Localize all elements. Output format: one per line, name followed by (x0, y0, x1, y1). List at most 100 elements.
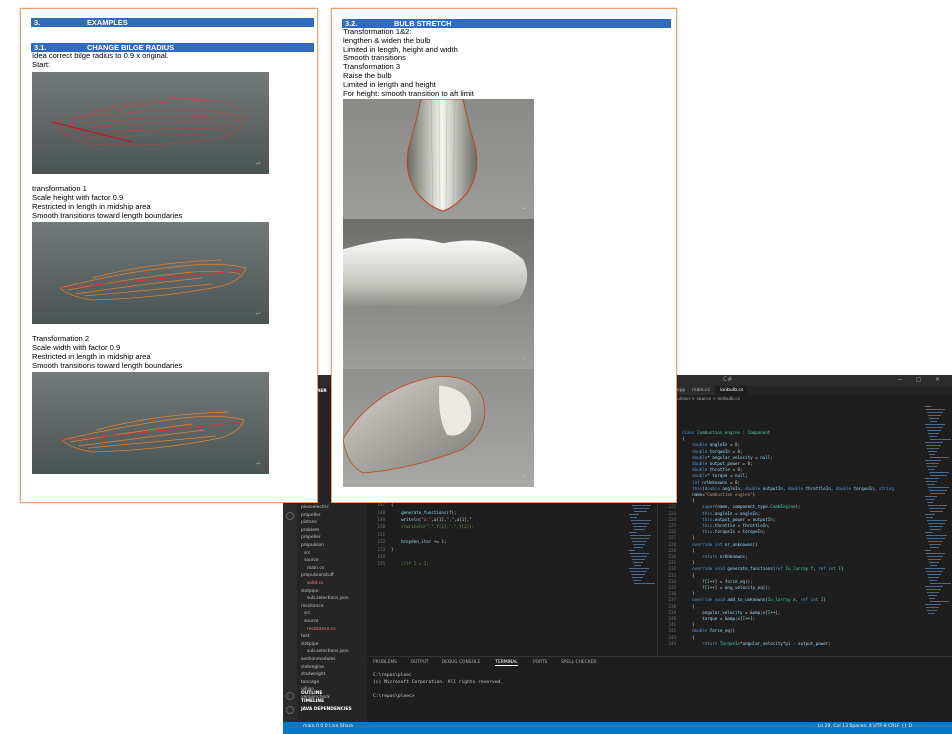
code-line[interactable]: double torqueIn = 0; (682, 449, 742, 454)
code-line[interactable]: { (682, 635, 695, 640)
minimap-line (929, 562, 939, 563)
explorer-item[interactable]: propeller (301, 513, 321, 518)
explorer-item[interactable]: main.cs (307, 566, 324, 571)
code-line[interactable]: this.torqueIn = torqueIn; (682, 529, 765, 534)
code-line[interactable]: writeln("x:",a[1],",",a[1]," (391, 517, 472, 522)
panel-tab[interactable]: PROBLEMS (373, 660, 397, 665)
code-line[interactable]: int nrUnknowns = 0; (682, 480, 740, 485)
code-line[interactable]: super(name, component_type.CombEngine); (682, 504, 800, 509)
minimap-line (634, 565, 641, 566)
explorer-item[interactable]: propulsionstuff (301, 573, 334, 578)
code-line[interactable]: //if I = 1; (391, 561, 429, 566)
line-number: 234 (668, 578, 676, 584)
code-line[interactable]: double* torque = null; (682, 473, 748, 478)
explorer-item[interactable]: source (304, 558, 319, 563)
code-line[interactable]: this(double angleIn, double outputIn, do… (682, 486, 894, 491)
explorer-section-outline[interactable]: OUTLINE (301, 691, 322, 696)
code-line[interactable]: this.throttle = throttleIn; (682, 523, 770, 528)
minimap-line (930, 565, 937, 566)
code-line[interactable]: //writeln(",",f[1],",",f[2]); (391, 524, 474, 529)
explorer-item[interactable]: sub.selections.json (307, 596, 349, 601)
panel-tab[interactable]: DEBUG CONSOLE (442, 660, 480, 665)
status-right[interactable]: Ln 29, Col 13 Spaces: 4 UTF-8 CRLF {} D (818, 724, 912, 729)
explorer-item[interactable]: propulsion (301, 543, 324, 548)
explorer-item[interactable]: resistance (301, 604, 324, 609)
code-line[interactable]: { (682, 498, 695, 503)
code-line[interactable]: angular_velocity = &amp;x[I++]; (682, 610, 780, 615)
code-line[interactable]: f[I++] = force_eq(); (682, 579, 752, 584)
line-number: 244 (668, 640, 676, 646)
explorer-item[interactable]: solid.cs (307, 581, 323, 586)
panel-tab[interactable]: OUTPUT (411, 660, 429, 665)
code-line[interactable]: double* angular_velocity = null; (682, 455, 773, 460)
code-line[interactable]: torque = &amp;x[I++]; (682, 616, 755, 621)
explorer-item[interactable]: sectionmodules (301, 657, 336, 662)
explorer-section-java-dependencies[interactable]: JAVA DEPENDENCIES (301, 707, 352, 712)
editor-right[interactable]: main.cppmain.csionbulb.cs > propulsion >… (657, 386, 952, 656)
explorer-item[interactable]: pistons (301, 520, 317, 525)
editor-tab[interactable]: ionbulb.cs (716, 386, 748, 395)
code-line[interactable]: class Combustion_engine : Component (682, 430, 770, 435)
code-line[interactable]: this.angleIn = angleIn; (682, 511, 760, 516)
code-line[interactable]: { (682, 436, 685, 441)
code-line[interactable]: } (682, 622, 695, 627)
explorer-item[interactable]: test (301, 634, 309, 639)
code-line[interactable]: double angleIn = 0; (682, 442, 740, 447)
window-controls[interactable]: ─ ▢ ✕ (898, 376, 946, 383)
panel-tab[interactable]: TERMINAL (495, 660, 518, 666)
axis-gizmo-icon: ⌐ (523, 356, 526, 361)
panel-tab[interactable]: SPELL CHECKER (561, 660, 596, 665)
code-line[interactable]: } (391, 547, 394, 552)
code-line[interactable]: } (682, 535, 695, 540)
code-line[interactable]: name="Combustion engine") (682, 492, 755, 497)
code-line[interactable]: { (682, 548, 695, 553)
code-line[interactable]: override void generate_functions(ref Iu_… (682, 566, 843, 571)
minimap-line (634, 583, 655, 584)
code-line[interactable]: } (682, 591, 695, 596)
explorer-item[interactable]: piezoelectric (301, 505, 329, 510)
code-line[interactable]: { (682, 604, 695, 609)
bulb-render-perspective: ⌐┘ (343, 369, 534, 487)
code-line[interactable]: { (682, 573, 695, 578)
code-line[interactable]: } (682, 560, 695, 565)
code-line[interactable]: return TorqueIn*angular_velocity*pi - ou… (682, 641, 831, 646)
account-icon[interactable] (286, 512, 294, 520)
line-number: 153 (377, 546, 385, 552)
line-number: 154 (377, 554, 385, 559)
explorer-item[interactable]: slotpipe (301, 642, 318, 647)
explorer-item[interactable]: src (304, 611, 310, 616)
explorer-item[interactable]: problem (301, 528, 319, 533)
explorer-item[interactable]: stadweight (301, 672, 325, 677)
explorer-item[interactable]: resistance.cs (307, 627, 336, 632)
explorer-item[interactable]: propeller (301, 535, 321, 540)
code-line[interactable]: double force_eq() (682, 628, 735, 633)
minimap-line (927, 520, 947, 521)
minimap-line (926, 481, 937, 482)
status-left[interactable]: main 0 0 0 Live Share (303, 724, 353, 729)
minimap-line (928, 433, 939, 434)
minimap-right[interactable] (925, 406, 951, 646)
code-line[interactable]: return nrUnknowns; (682, 554, 747, 559)
minimap-line (925, 604, 941, 605)
code-line[interactable]: generate_functions(f); (391, 510, 457, 515)
code-line[interactable]: double throttle = 0; (682, 467, 742, 472)
code-line[interactable]: f[I++] = ang_velocity_eq(); (682, 585, 770, 590)
minimap-line (927, 538, 945, 539)
code-line[interactable]: override int nr_unknowns() (682, 542, 758, 547)
explorer-section-timeline[interactable]: TIMELINE (301, 699, 324, 704)
explorer-item[interactable]: src (304, 551, 310, 556)
manage-gear-icon[interactable] (286, 706, 294, 714)
line-number: 231 (668, 560, 676, 566)
panel-tab[interactable]: PORTS (533, 660, 547, 665)
code-line[interactable]: this.output_power = outputIn; (682, 517, 775, 522)
explorer-item[interactable]: slotpipe (301, 589, 318, 594)
explorer-item[interactable]: source (304, 619, 319, 624)
editor-tab[interactable]: main.cs (688, 386, 714, 395)
explorer-item[interactable]: tonnage (301, 680, 319, 685)
explorer-item[interactable]: slotengine (301, 665, 324, 670)
code-line[interactable]: double output_power = 0; (682, 461, 753, 466)
code-line[interactable]: breyden_iter += 1; (391, 539, 446, 544)
code-line[interactable]: override void add_to_unknowns(Iu_larray … (682, 597, 826, 602)
accounts-icon[interactable] (286, 692, 294, 700)
explorer-item[interactable]: sub.selections.json (307, 649, 349, 654)
